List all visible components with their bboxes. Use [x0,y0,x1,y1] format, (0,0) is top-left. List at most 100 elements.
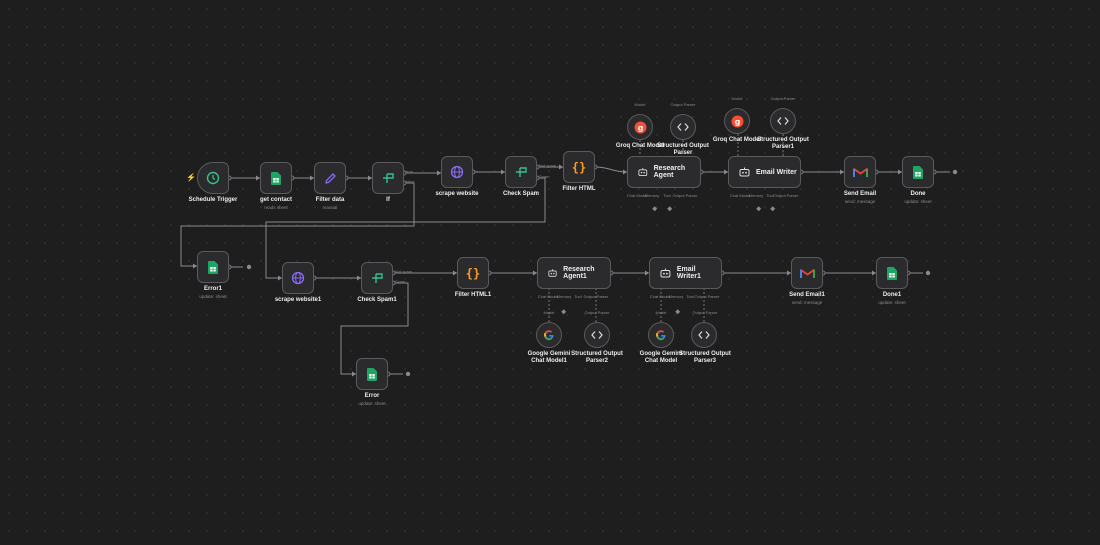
check-spam1-notspam-port-label: Not spam [395,269,413,274]
svg-text:g: g [734,117,740,126]
robot-icon [548,269,557,277]
gmail-icon [852,167,868,177]
filter-html-node[interactable]: {} [563,151,595,183]
research-agent1-label: Research Agent1 [563,266,595,280]
google-sheets-icon [208,260,218,274]
google-sheets-icon [271,171,281,185]
gemini-model-port-label: Model [543,310,555,315]
check-spam1-node[interactable] [361,262,393,294]
research-agent-label: Research Agent [653,165,686,179]
filter-html1-node[interactable]: {} [457,257,489,289]
email-writer-node[interactable]: Email Writer [728,156,801,188]
curly-braces-icon: {} [572,161,586,175]
google-g-icon [656,330,666,341]
structured-output-parser-node[interactable] [670,114,696,140]
branch-icon [383,173,394,183]
code-brackets-icon [777,117,789,125]
check-spam-spam-port-label: Spam [539,174,550,179]
email-writer-label: Email Writer [756,168,797,176]
send-email1-node[interactable] [791,257,823,289]
schedule-trigger-label: Schedule Trigger [188,197,238,203]
google-gemini-chat-model1-node[interactable] [536,322,562,348]
send-email-subtitle: send: message [844,199,876,204]
research-agent1-memory-port: Memory [556,294,572,299]
research-agent1-tool-port: Tool [574,294,582,299]
robot-icon [739,167,750,177]
send-email-label: Send Email [843,191,877,197]
parser1-port-label: Output Parser [770,96,796,101]
svg-text:{}: {} [466,267,480,281]
globe-icon [450,165,464,179]
error-subtitle: update: sheet [358,401,386,406]
filter-html1-label: Filter HTML1 [454,292,492,298]
robot-icon [660,268,671,278]
error-label: Error [364,393,380,399]
pencil-icon [324,172,336,184]
groq-chat-model1-node[interactable]: g [724,108,750,134]
groq-logo-icon: g [634,121,646,133]
parser-port-label: Output Parser [670,102,696,107]
if-node[interactable] [372,162,404,194]
check-spam-notspam-port-label: Not spam [539,163,557,168]
done1-node[interactable] [876,257,908,289]
groq-model-port-label: Model [634,102,646,107]
check-spam-label: Check Spam [502,191,540,197]
structured-output-parser1-label: Structured Output Parser1 [757,137,809,150]
structured-output-parser1-node[interactable] [770,108,796,134]
done-subtitle: update: sheet [904,199,932,204]
google-g-icon [544,330,554,341]
groq-chat-model-node[interactable]: g [627,114,653,140]
schedule-trigger-node[interactable] [197,162,229,194]
globe-icon [291,271,305,285]
error-node[interactable] [356,358,388,390]
research-agent1-node[interactable]: Research Agent1 [537,257,611,289]
filter-data-node[interactable] [314,162,346,194]
email-writer-memory-port: Memory [748,193,764,198]
scrape-website-label: scrape website [435,191,479,197]
email-writer1-memory-port: Memory [668,294,684,299]
scrape-website1-node[interactable] [282,262,314,294]
google-sheets-icon [913,165,923,179]
email-writer1-chatmodel-port: Chat Model [649,294,671,299]
code-brackets-icon [698,331,710,339]
groq-logo-icon: g [731,115,743,127]
research-agent1-parser-port: Output Parser [583,294,609,299]
curly-braces-icon: {} [466,267,480,281]
trigger-bolt-icon: ⚡ [186,173,196,182]
branch-icon [372,273,383,283]
if-label: If [386,197,390,203]
error1-label: Error1 [203,286,223,292]
google-gemini-chat-model-node[interactable] [648,322,674,348]
groq1-model-port-label: Model [731,96,743,101]
scrape-website1-label: scrape website1 [274,297,322,303]
done-node[interactable] [902,156,934,188]
send-email-node[interactable] [844,156,876,188]
get-contact-node[interactable] [260,162,292,194]
structured-output-parser2-node[interactable] [584,322,610,348]
check-spam-node[interactable] [505,156,537,188]
groq-chat-model1-label: Groq Chat Model [712,137,762,143]
research-agent-tool-port: Tool [663,193,671,198]
filter-html-label: Filter HTML [562,186,596,192]
error1-subtitle: update: sheet [199,294,227,299]
svg-text:g: g [637,123,643,132]
gemini2-model-port-label: Model [655,310,667,315]
structured-output-parser2-label: Structured Output Parser2 [571,351,623,364]
code-brackets-icon [591,331,603,339]
structured-output-parser3-node[interactable] [691,322,717,348]
error1-node[interactable] [197,251,229,283]
structured-output-parser-label: Structured Output Parser [657,143,709,156]
robot-icon [638,168,648,176]
email-writer1-node[interactable]: Email Writer1 [649,257,722,289]
research-agent-node[interactable]: Research Agent [627,156,701,188]
parser2-port-label: Output Parser [584,310,610,315]
edge-filterhtml-research [594,166,628,173]
gmail-icon [799,268,815,278]
filter-data-label: Filter data [315,197,345,203]
send-email1-subtitle: send: message [791,300,823,305]
structured-output-parser3-label: Structured Output Parser3 [679,351,731,364]
google-sheets-icon [887,266,897,280]
scrape-website-node[interactable] [441,156,473,188]
email-writer-chatmodel-port: Chat Model [729,193,751,198]
parser3-port-label: Output Parser [692,310,718,315]
